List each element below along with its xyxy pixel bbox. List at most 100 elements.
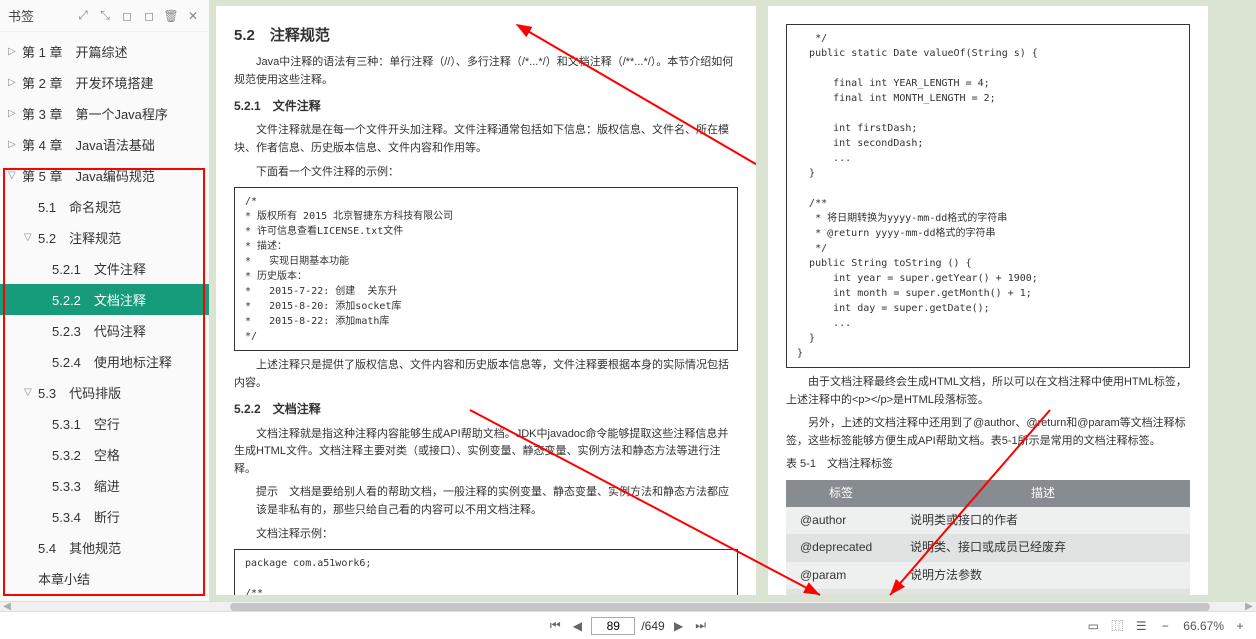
sidebar-item-label: 第 1 章 开篇综述 <box>22 42 127 61</box>
sidebar-item-label: 5.2 注释规范 <box>38 228 121 247</box>
paragraph: 文件注释就是在每一个文件开头加注释。文件注释通常包括如下信息：版权信息、文件名、… <box>234 122 738 157</box>
expander-icon[interactable]: ▽ <box>24 387 34 398</box>
sidebar-item-label: 第 2 章 开发环境搭建 <box>22 73 153 92</box>
cell-tag: @author <box>786 507 896 534</box>
sidebar-item-label: 5.2.3 代码注释 <box>52 321 146 340</box>
page-left: 5.2 注释规范 Java中注释的语法有三种：单行注释（//）、多行注释（/*.… <box>216 6 756 595</box>
table-row: @return说明返回值 <box>786 589 1190 595</box>
sidebar-item-label: 5.3 代码排版 <box>38 383 121 402</box>
sidebar-item[interactable]: 5.3.3 缩进 <box>0 470 209 501</box>
view-single-icon[interactable]: ▭ <box>1085 618 1101 634</box>
sidebar-item-label: 5.3.3 缩进 <box>52 476 120 495</box>
sidebar-item-label: 5.2.1 文件注释 <box>52 259 146 278</box>
sidebar-item-label: 5.1 命名规范 <box>38 197 121 216</box>
page-input[interactable] <box>591 617 635 635</box>
status-bar: ⏮ ◀ /649 ▶ ⏭ ▭ ⿲ ☰ − 66.67% + <box>0 611 1256 639</box>
expander-icon[interactable]: ▽ <box>24 232 34 243</box>
cell-desc: 说明类或接口的作者 <box>896 507 1190 534</box>
paragraph: 另外，上述的文档注释中还用到了@author、@return和@param等文档… <box>786 415 1190 450</box>
prev-page-button[interactable]: ◀ <box>569 618 585 634</box>
section-heading: 5.2 注释规范 <box>234 24 738 48</box>
sidebar-item-label: 5.2.2 文档注释 <box>52 290 146 309</box>
paragraph: Java中注释的语法有三种：单行注释（//）、多行注释（/*...*/）和文档注… <box>234 54 738 89</box>
sidebar-item[interactable]: ▷第 6 章 数据类型 <box>0 594 209 601</box>
subsection: 5.2.2 文档注释 <box>234 400 738 419</box>
sidebar-item[interactable]: 5.2.2 文档注释 <box>0 284 209 315</box>
table-caption: 表 5-1 文档注释标签 <box>786 456 1190 474</box>
expander-icon[interactable]: ▷ <box>8 108 18 119</box>
scroll-thumb[interactable] <box>230 603 1210 611</box>
sidebar-item-label: 5.3.1 空行 <box>52 414 120 433</box>
pager: ⏮ ◀ /649 ▶ ⏭ <box>547 617 708 635</box>
document-viewport[interactable]: 5.2 注释规范 Java中注释的语法有三种：单行注释（//）、多行注释（/*.… <box>210 0 1256 601</box>
sidebar-item[interactable]: ▽ 5.2 注释规范 <box>0 222 209 253</box>
sidebar-item[interactable]: ▷ 第 2 章 开发环境搭建 <box>0 67 209 98</box>
bookmarks-sidebar: 书签 ⤢ ⤡ ◻ ◻ 🗑 ✕ ▷第 1 章 开篇综述▷第 2 章 开发环境搭建▷… <box>0 0 210 601</box>
sidebar-item[interactable]: 5.3.4 断行 <box>0 501 209 532</box>
table-row: @deprecated说明类、接口或成员已经废弃 <box>786 534 1190 561</box>
tip-paragraph: 提示 文档是要给别人看的帮助文档，一般注释的实例变量、静态变量、实例方法和静态方… <box>256 484 738 519</box>
code-block: */ public static Date valueOf(String s) … <box>786 24 1190 368</box>
sidebar-item[interactable]: 5.3.1 空行 <box>0 408 209 439</box>
bookmark-remove-icon[interactable]: ◻ <box>141 8 157 24</box>
next-page-button[interactable]: ▶ <box>671 618 687 634</box>
paragraph: 由于文档注释最终会生成HTML文档，所以可以在文档注释中使用HTML标签，上述注… <box>786 374 1190 409</box>
first-page-button[interactable]: ⏮ <box>547 618 563 634</box>
page-right: */ public static Date valueOf(String s) … <box>768 6 1208 595</box>
sidebar-title: 书签 <box>8 6 34 25</box>
table-row: @param说明方法参数 <box>786 562 1190 589</box>
collapse-all-icon[interactable]: ⤡ <box>97 8 113 24</box>
nav-list: ▷ 第 1 章 开篇综述 ▷ 第 2 章 开发环境搭建 ▷ 第 3 章 第一个Java程序… <box>0 32 209 601</box>
expander-icon[interactable]: ▷ <box>8 139 18 150</box>
sidebar-item[interactable]: 5.1 命名规范 <box>0 191 209 222</box>
sidebar-item-label: 第 4 章 Java语法基础 <box>22 135 155 154</box>
sidebar-item-label: 5.3.4 断行 <box>52 507 120 526</box>
cell-desc: 说明方法参数 <box>896 562 1190 589</box>
sidebar-item-label: 第 3 章 第一个Java程序 <box>22 104 168 123</box>
cell-desc: 说明类、接口或成员已经废弃 <box>896 534 1190 561</box>
close-icon[interactable]: ✕ <box>185 8 201 24</box>
zoom-out-icon[interactable]: − <box>1157 618 1173 634</box>
sidebar-item[interactable]: 5.2.3 代码注释 <box>0 315 209 346</box>
delete-icon[interactable]: 🗑 <box>163 8 179 24</box>
paragraph: 下面看一个文件注释的示例： <box>234 164 738 182</box>
paragraph: 文档注释就是指这种注释内容能够生成API帮助文档。JDK中javadoc命令能够… <box>234 426 738 479</box>
sidebar-item-label: 5.4 其他规范 <box>38 538 121 557</box>
sidebar-item[interactable]: ▷ 第 3 章 第一个Java程序 <box>0 98 209 129</box>
cell-desc: 说明返回值 <box>896 589 1190 595</box>
sidebar-item[interactable]: 本章小结 <box>0 563 209 594</box>
page-total: /649 <box>641 619 664 633</box>
expander-icon[interactable]: ▽ <box>8 170 18 181</box>
paragraph: 上述注释只是提供了版权信息、文件内容和历史版本信息等，文件注释要根据本身的实际情… <box>234 357 738 392</box>
sidebar-item[interactable]: 5.2.4 使用地标注释 <box>0 346 209 377</box>
subsection: 5.2.1 文件注释 <box>234 97 738 116</box>
code-block: package com.a51work6; /** * 自定义的日期类，具有日期… <box>234 549 738 595</box>
view-continuous-icon[interactable]: ☰ <box>1133 618 1149 634</box>
cell-tag: @deprecated <box>786 534 896 561</box>
sidebar-item[interactable]: ▷ 第 4 章 Java语法基础 <box>0 129 209 160</box>
code-block: /* * 版权所有 2015 北京智捷东方科技有限公司 * 许可信息查看LICE… <box>234 187 738 351</box>
view-facing-icon[interactable]: ⿲ <box>1109 618 1125 634</box>
bookmark-add-icon[interactable]: ◻ <box>119 8 135 24</box>
sidebar-item-label: 5.2.4 使用地标注释 <box>52 352 172 371</box>
table-row: @author说明类或接口的作者 <box>786 507 1190 534</box>
sidebar-item[interactable]: ▽ 第 5 章 Java编码规范 <box>0 160 209 191</box>
sidebar-item[interactable]: 5.2.1 文件注释 <box>0 253 209 284</box>
sidebar-item-label: 第 6 章 数据类型 <box>22 600 127 601</box>
expand-all-icon[interactable]: ⤢ <box>75 8 91 24</box>
sidebar-item[interactable]: 5.4 其他规范 <box>0 532 209 563</box>
sidebar-item[interactable]: ▷ 第 1 章 开篇综述 <box>0 36 209 67</box>
cell-tag: @param <box>786 562 896 589</box>
th-desc: 描述 <box>896 480 1190 507</box>
zoom-in-icon[interactable]: + <box>1232 618 1248 634</box>
cell-tag: @return <box>786 589 896 595</box>
last-page-button[interactable]: ⏭ <box>693 618 709 634</box>
zoom-percent: 66.67% <box>1183 619 1224 633</box>
expander-icon[interactable]: ▷ <box>8 77 18 88</box>
horizontal-scrollbar[interactable]: ◀ ▶ <box>0 601 1256 611</box>
sidebar-item-label: 第 5 章 Java编码规范 <box>22 166 155 185</box>
sidebar-item[interactable]: ▽ 5.3 代码排版 <box>0 377 209 408</box>
sidebar-item[interactable]: 5.3.2 空格 <box>0 439 209 470</box>
paragraph: 文档注释示例： <box>234 526 738 544</box>
expander-icon[interactable]: ▷ <box>8 46 18 57</box>
